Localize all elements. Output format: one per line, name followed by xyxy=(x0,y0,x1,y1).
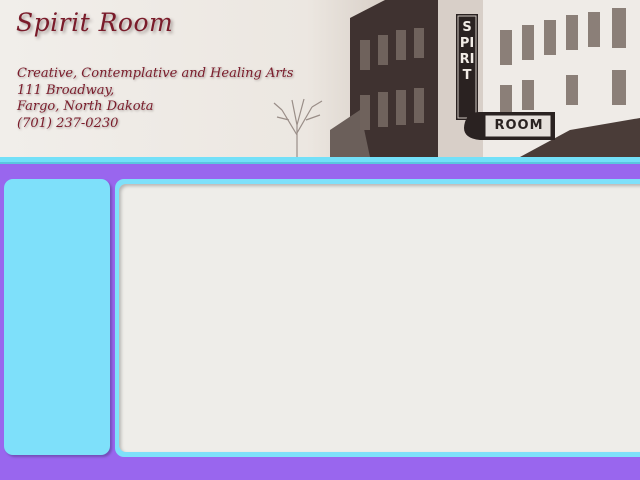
tagline: Creative, Contemplative and Healing Arts xyxy=(17,66,294,81)
header-banner: SPIRIT ROOM Spirit Room Creative, Contem… xyxy=(0,0,640,157)
header-divider xyxy=(0,157,640,164)
sidebar-panel xyxy=(4,179,110,455)
contact-block: Creative, Contemplative and Healing Arts… xyxy=(17,66,293,132)
spirit-sign: SPIRIT xyxy=(459,20,475,83)
room-sign: ROOM xyxy=(494,118,544,133)
address-city: Fargo, North Dakota xyxy=(17,99,154,114)
building-photo xyxy=(330,0,640,157)
phone-number: (701) 237-0230 xyxy=(17,115,119,131)
address-street: 111 Broadway, xyxy=(17,82,115,98)
main-content-area xyxy=(119,184,640,452)
site-title: Spirit Room xyxy=(16,8,174,37)
